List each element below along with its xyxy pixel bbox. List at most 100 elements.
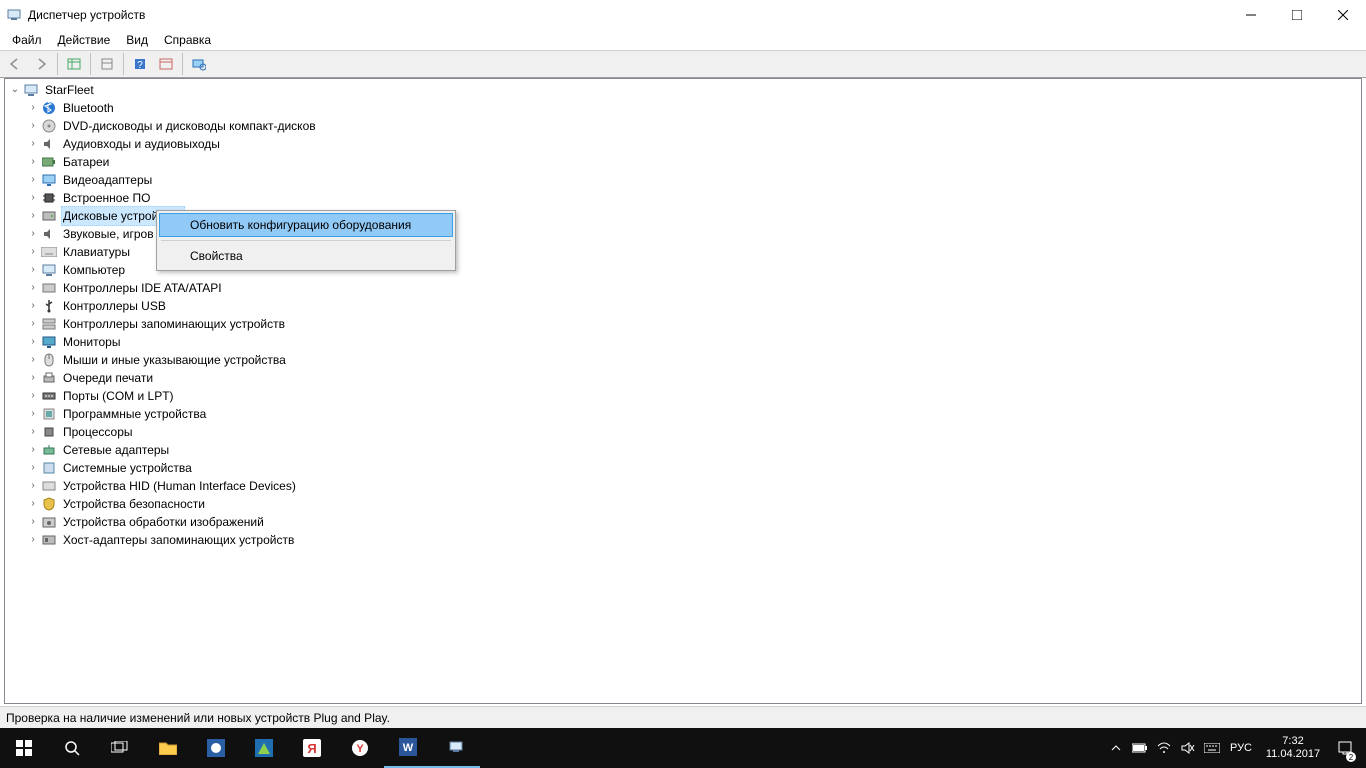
tray-battery-icon[interactable] <box>1128 728 1152 768</box>
tray-wifi-icon[interactable] <box>1152 728 1176 768</box>
tree-node-label: Контроллеры запоминающих устройств <box>61 315 287 333</box>
keyboard-icon <box>41 244 57 260</box>
expander-icon[interactable]: › <box>25 297 41 315</box>
taskbar-app-4[interactable]: Y <box>336 728 384 768</box>
tree-root[interactable]: ⌄StarFleet <box>5 81 1361 99</box>
tree-node-label: Контроллеры USB <box>61 297 168 315</box>
expander-icon[interactable]: › <box>25 171 41 189</box>
tray-notifications[interactable]: 2 <box>1328 728 1362 768</box>
tree-node[interactable]: ›Хост-адаптеры запоминающих устройств <box>5 531 1361 549</box>
taskbar-app-word[interactable]: W <box>384 728 432 768</box>
expander-icon[interactable]: › <box>25 207 41 225</box>
expander-icon[interactable]: › <box>25 243 41 261</box>
start-button[interactable] <box>0 728 48 768</box>
expander-icon[interactable]: › <box>25 387 41 405</box>
expander-icon[interactable]: › <box>25 459 41 477</box>
toolbar-show-hidden-icon[interactable] <box>154 52 178 76</box>
toolbar-separator <box>57 53 58 75</box>
tray-keyboard-icon[interactable] <box>1200 728 1224 768</box>
expander-icon[interactable]: › <box>25 369 41 387</box>
expander-icon[interactable]: › <box>25 477 41 495</box>
tray-lang[interactable]: РУС <box>1224 742 1258 754</box>
security-icon <box>41 496 57 512</box>
menu-action[interactable]: Действие <box>50 31 119 49</box>
hid-icon <box>41 478 57 494</box>
expander-icon[interactable]: › <box>25 405 41 423</box>
tree-node[interactable]: ›Батареи <box>5 153 1361 171</box>
tree-node[interactable]: › Контроллеры запоминающих устройств <box>5 315 1361 333</box>
toolbar-scan-hardware-icon[interactable] <box>187 52 211 76</box>
task-view-button[interactable] <box>96 728 144 768</box>
expander-icon[interactable]: › <box>25 135 41 153</box>
tree-node[interactable]: ›DVD-дисководы и дисководы компакт-диско… <box>5 117 1361 135</box>
expander-icon[interactable]: › <box>25 351 41 369</box>
expander-icon[interactable]: › <box>25 99 41 117</box>
close-button[interactable] <box>1320 0 1366 30</box>
expander-icon[interactable]: › <box>25 261 41 279</box>
tree-node[interactable]: ›Устройства безопасности <box>5 495 1361 513</box>
tree-node[interactable]: ›Bluetooth <box>5 99 1361 117</box>
expander-icon[interactable]: › <box>25 279 41 297</box>
maximize-button[interactable] <box>1274 0 1320 30</box>
tree-node-label: Звуковые, игров <box>61 225 156 243</box>
tree-node[interactable]: ›Аудиовходы и аудиовыходы <box>5 135 1361 153</box>
tree-node[interactable]: ›Устройства обработки изображений <box>5 513 1361 531</box>
tree-node[interactable]: ›Устройства HID (Human Interface Devices… <box>5 477 1361 495</box>
expander-icon[interactable]: › <box>25 495 41 513</box>
taskbar-app-explorer[interactable] <box>144 728 192 768</box>
toolbar-details-icon[interactable] <box>62 52 86 76</box>
expander-icon[interactable]: › <box>25 225 41 243</box>
monitor-icon <box>41 334 57 350</box>
menu-view[interactable]: Вид <box>118 31 156 49</box>
tree-node-label: Программные устройства <box>61 405 208 423</box>
expander-icon[interactable]: › <box>25 315 41 333</box>
tree-node-label: Системные устройства <box>61 459 194 477</box>
tree-node[interactable]: › Системные устройства <box>5 459 1361 477</box>
imaging-icon <box>41 514 57 530</box>
expander-icon[interactable]: ⌄ <box>7 81 23 99</box>
taskbar-app-2[interactable] <box>240 728 288 768</box>
disc-icon <box>41 118 57 134</box>
ide-icon <box>41 280 57 296</box>
taskbar-app-1[interactable] <box>192 728 240 768</box>
expander-icon[interactable]: › <box>25 531 41 549</box>
taskbar-app-3[interactable]: Я <box>288 728 336 768</box>
context-menu: Обновить конфигурацию оборудования Свойст… <box>156 210 456 271</box>
context-menu-item[interactable]: Свойства <box>159 244 453 268</box>
menu-help[interactable]: Справка <box>156 31 219 49</box>
minimize-button[interactable] <box>1228 0 1274 30</box>
tree-node[interactable]: ›Встроенное ПО <box>5 189 1361 207</box>
tree-node[interactable]: ›Сетевые адаптеры <box>5 441 1361 459</box>
tree-node[interactable]: ›Мыши и иные указывающие устройства <box>5 351 1361 369</box>
tree-node[interactable]: › Программные устройства <box>5 405 1361 423</box>
toolbar-back[interactable] <box>3 52 27 76</box>
tree-node[interactable]: › Контроллеры USB <box>5 297 1361 315</box>
expander-icon[interactable]: › <box>25 513 41 531</box>
tray-up-icon[interactable] <box>1104 728 1128 768</box>
tree-node[interactable]: ›Порты (COM и LPT) <box>5 387 1361 405</box>
context-menu-item[interactable]: Обновить конфигурацию оборудования <box>159 213 453 237</box>
expander-icon[interactable]: › <box>25 423 41 441</box>
tree-node[interactable]: ›Мониторы <box>5 333 1361 351</box>
device-tree-pane[interactable]: ⌄StarFleet›Bluetooth›DVD-дисководы и дис… <box>4 78 1362 704</box>
tree-node[interactable]: ›Процессоры <box>5 423 1361 441</box>
tree-node[interactable]: ›Очереди печати <box>5 369 1361 387</box>
toolbar-separator <box>90 53 91 75</box>
expander-icon[interactable]: › <box>25 441 41 459</box>
tree-node[interactable]: ›Контроллеры IDE ATA/ATAPI <box>5 279 1361 297</box>
tree-node[interactable]: ›Видеоадаптеры <box>5 171 1361 189</box>
expander-icon[interactable]: › <box>25 333 41 351</box>
tray-clock[interactable]: 7:32 11.04.2017 <box>1258 735 1328 761</box>
toolbar-help-icon[interactable]: ? <box>128 52 152 76</box>
battery-icon <box>41 154 57 170</box>
expander-icon[interactable]: › <box>25 117 41 135</box>
menu-file[interactable]: Файл <box>4 31 50 49</box>
toolbar-properties-icon[interactable] <box>95 52 119 76</box>
taskbar-app-devmgr[interactable] <box>432 728 480 768</box>
search-button[interactable] <box>48 728 96 768</box>
disk-icon <box>41 208 57 224</box>
expander-icon[interactable]: › <box>25 189 41 207</box>
expander-icon[interactable]: › <box>25 153 41 171</box>
tray-volume-icon[interactable] <box>1176 728 1200 768</box>
toolbar-forward[interactable] <box>29 52 53 76</box>
